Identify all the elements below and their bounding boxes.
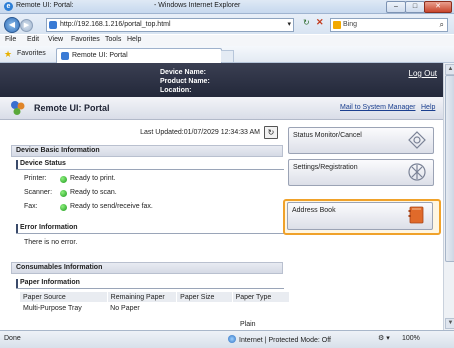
tab-favicon-icon [61, 52, 69, 60]
column-header: Remaining Paper [107, 292, 178, 302]
column-header: Paper Type [232, 292, 291, 302]
address-toolbar: ◀ ▶ http://192.168.1.216/portal_top.html… [0, 14, 454, 34]
column-header: Paper Size [176, 292, 233, 302]
vertical-scrollbar[interactable]: ▲ ▼ [443, 63, 454, 330]
scroll-up-button[interactable]: ▲ [445, 64, 454, 75]
tab-label: Remote UI: Portal [72, 52, 128, 59]
search-input[interactable]: Bing [343, 21, 357, 28]
zoom-level[interactable]: 100% [402, 335, 420, 342]
refresh-icon[interactable]: ↻ [303, 18, 310, 27]
table-cell: Multi-Purpose Tray [23, 305, 82, 312]
device-basic-info-header: Device Basic Information [11, 145, 283, 157]
close-button[interactable]: ✕ [424, 1, 452, 13]
search-icon[interactable]: ⌕ [440, 20, 444, 30]
menu-view[interactable]: View [48, 36, 63, 43]
menu-help[interactable]: Help [127, 36, 141, 43]
scanner-status-icon [60, 190, 67, 197]
menu-edit[interactable]: Edit [27, 36, 39, 43]
stop-icon[interactable]: ✕ [316, 17, 324, 28]
status-monitor-icon [408, 131, 426, 149]
printer-status-icon [60, 176, 67, 183]
table-cell [232, 302, 289, 315]
device-status-header: Device Status [16, 159, 284, 170]
maximize-button[interactable]: □ [405, 1, 425, 13]
status-bar: Done Internet | Protected Mode: Off ⚙ ▾ … [0, 330, 454, 348]
portal-icon [11, 101, 25, 115]
table-header-row: Paper Source Remaining Paper Paper Size … [20, 292, 291, 302]
address-book-button[interactable]: Address Book [287, 202, 433, 230]
location-label: Location: [160, 87, 192, 94]
address-dropdown-icon[interactable]: ▾ [287, 20, 291, 28]
address-bar[interactable]: http://192.168.1.216/portal_top.html ▾ [46, 18, 294, 32]
fax-status-value: Ready to send/receive fax. [70, 203, 153, 210]
fax-label: Fax: [24, 203, 38, 210]
favorites-star-icon[interactable]: ★ [4, 49, 12, 60]
window-title-bar: e Remote UI: Portal: - Windows Internet … [0, 0, 454, 14]
column-header: Paper Source [20, 292, 108, 302]
search-box[interactable]: Bing ⌕ [330, 18, 448, 32]
address-book-icon [408, 206, 424, 224]
browser-tab[interactable]: Remote UI: Portal [56, 48, 222, 63]
address-url[interactable]: http://192.168.1.216/portal_top.html [60, 21, 171, 28]
product-name-label: Product Name: [160, 78, 210, 85]
status-monitor-button[interactable]: Status Monitor/Cancel [288, 127, 434, 154]
fax-status-icon [60, 204, 67, 211]
logout-link[interactable]: Log Out [409, 69, 437, 78]
table-cell [177, 302, 232, 315]
paper-info-table: Paper Source Remaining Paper Paper Size … [20, 292, 291, 315]
device-name-label: Device Name: [160, 69, 206, 76]
device-header: Device Name: Product Name: Location: Log… [0, 63, 443, 97]
table-cell: No Paper [110, 305, 140, 312]
scanner-status-value: Ready to scan. [70, 189, 117, 196]
menu-file[interactable]: File [5, 36, 16, 43]
error-info-header: Error Information [16, 223, 284, 234]
globe-icon [228, 335, 236, 343]
security-zone[interactable]: Internet | Protected Mode: Off [228, 335, 331, 344]
consumables-info-header: Consumables Information [11, 262, 283, 274]
paper-info-header: Paper Information [16, 278, 284, 289]
favorites-bar: ★ Favorites Remote UI: Portal [0, 46, 454, 63]
window-title: Remote UI: Portal: [16, 2, 74, 9]
table-row: Multi-Purpose Tray No Paper [20, 302, 290, 315]
error-info-text: There is no error. [24, 239, 78, 246]
window-title-app: - Windows Internet Explorer [154, 2, 241, 9]
portal-title-bar: Remote UI: Portal Mail to System Manager… [0, 97, 443, 120]
status-text: Done [4, 335, 21, 342]
minimize-button[interactable]: – [386, 1, 406, 13]
menu-favorites[interactable]: Favorites [71, 36, 100, 43]
forward-button[interactable]: ▶ [20, 19, 33, 32]
new-tab-button[interactable] [221, 50, 234, 62]
settings-registration-button[interactable]: Settings/Registration [288, 159, 434, 186]
page-favicon-icon [49, 21, 57, 29]
scroll-down-button[interactable]: ▼ [445, 318, 454, 329]
status-monitor-label: Status Monitor/Cancel [293, 132, 362, 139]
refresh-status-button[interactable]: ↻ [264, 126, 278, 139]
page-title: Remote UI: Portal [34, 103, 110, 113]
settings-registration-label: Settings/Registration [293, 164, 358, 171]
menu-tools[interactable]: Tools [105, 36, 121, 43]
printer-status-value: Ready to print. [70, 175, 116, 182]
mail-system-manager-link[interactable]: Mail to System Manager [340, 104, 415, 111]
bing-logo-icon [333, 21, 341, 29]
scroll-thumb[interactable] [445, 75, 454, 262]
paper-type-overflow-text: Plain [240, 321, 256, 328]
address-book-label: Address Book [292, 207, 336, 214]
back-button[interactable]: ◀ [4, 17, 20, 33]
settings-icon [408, 163, 426, 181]
protected-mode-icon[interactable]: ⚙ ▾ [378, 334, 390, 342]
printer-label: Printer: [24, 175, 47, 182]
last-updated-text: Last Updated:01/07/2029 12:34:33 AM [140, 129, 260, 136]
security-zone-text: Internet | Protected Mode: Off [239, 337, 331, 344]
scanner-label: Scanner: [24, 189, 53, 196]
page-content: Device Name: Product Name: Location: Log… [0, 63, 443, 330]
help-link[interactable]: Help [421, 104, 435, 111]
ie-logo-icon: e [4, 2, 13, 11]
favorites-button[interactable]: Favorites [17, 50, 46, 57]
